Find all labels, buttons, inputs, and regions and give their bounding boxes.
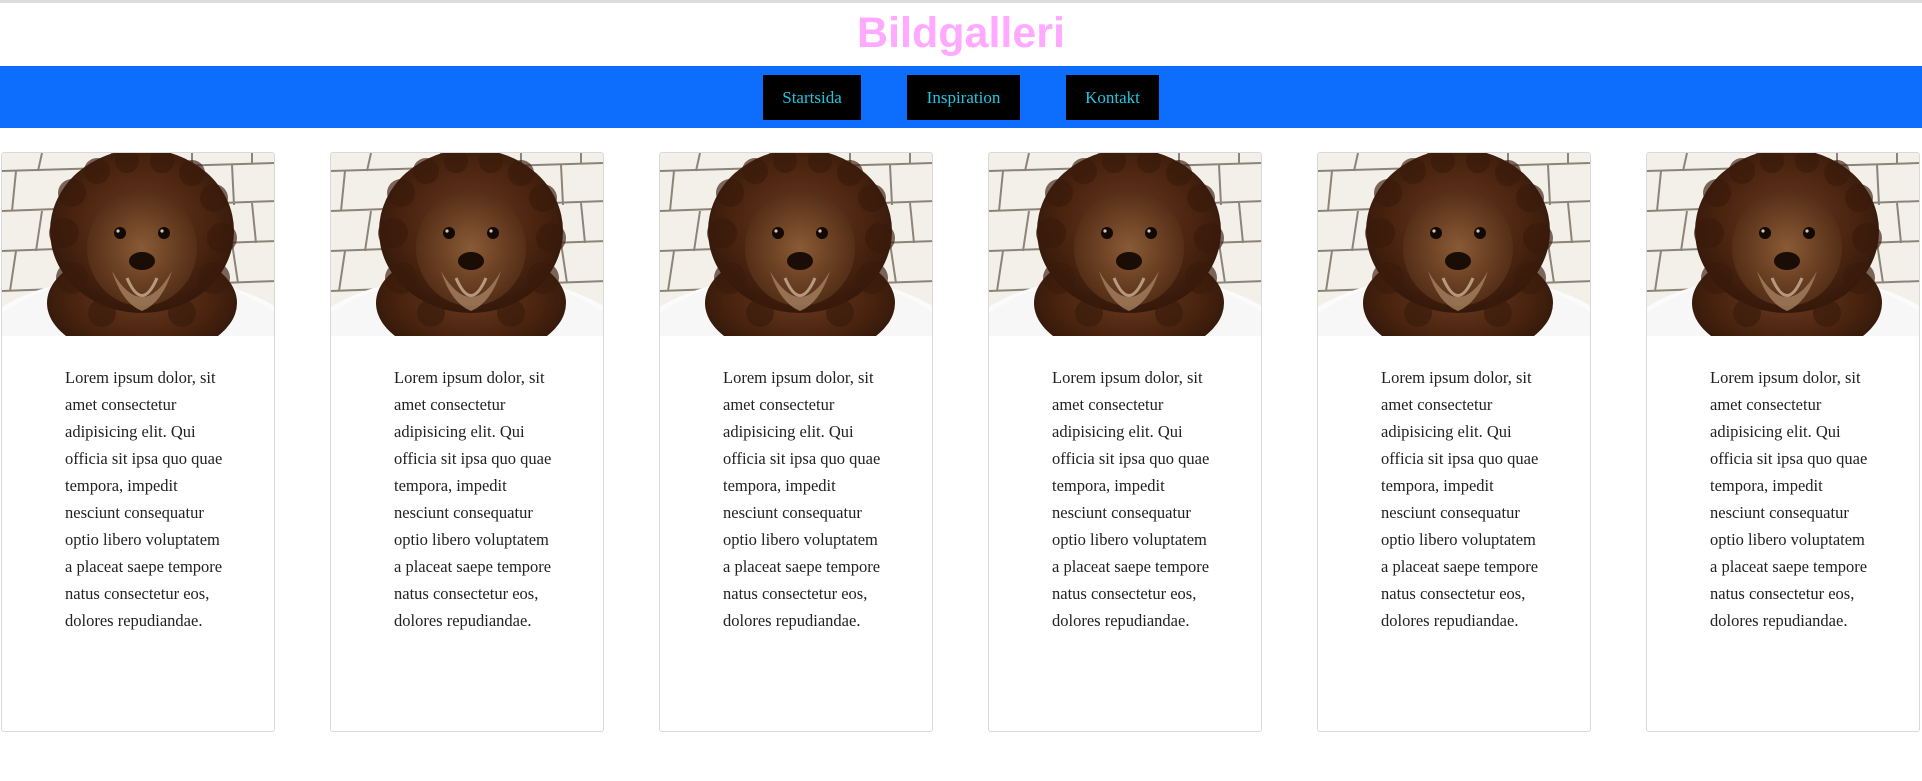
card-description: Lorem ipsum dolor, sit amet consectetur … [65, 368, 223, 630]
dog-photo [989, 153, 1262, 336]
gallery-card: Lorem ipsum dolor, sit amet consectetur … [1317, 152, 1591, 732]
gallery-card: Lorem ipsum dolor, sit amet consectetur … [330, 152, 604, 732]
nav-link-kontakt[interactable]: Kontakt [1066, 75, 1159, 120]
gallery-card: Lorem ipsum dolor, sit amet consectetur … [1646, 152, 1920, 732]
card-description: Lorem ipsum dolor, sit amet consectetur … [1052, 368, 1210, 630]
gallery-card: Lorem ipsum dolor, sit amet consectetur … [659, 152, 933, 732]
nav-link-inspiration[interactable]: Inspiration [907, 75, 1020, 120]
card-description: Lorem ipsum dolor, sit amet consectetur … [1381, 368, 1539, 630]
dog-photo [1318, 153, 1591, 336]
card-description: Lorem ipsum dolor, sit amet consectetur … [723, 368, 881, 630]
main-navbar: Startsida Inspiration Kontakt [0, 66, 1922, 128]
nav-link-startsida[interactable]: Startsida [763, 75, 861, 120]
dog-photo [2, 153, 275, 336]
dog-photo [660, 153, 933, 336]
gallery-card: Lorem ipsum dolor, sit amet consectetur … [988, 152, 1262, 732]
card-description: Lorem ipsum dolor, sit amet consectetur … [1710, 368, 1868, 630]
dog-photo [1647, 153, 1920, 336]
dog-photo [331, 153, 604, 336]
card-description: Lorem ipsum dolor, sit amet consectetur … [394, 368, 552, 630]
page-title: Bildgalleri [857, 9, 1065, 57]
gallery-card: Lorem ipsum dolor, sit amet consectetur … [1, 152, 275, 732]
top-divider [0, 0, 1922, 3]
